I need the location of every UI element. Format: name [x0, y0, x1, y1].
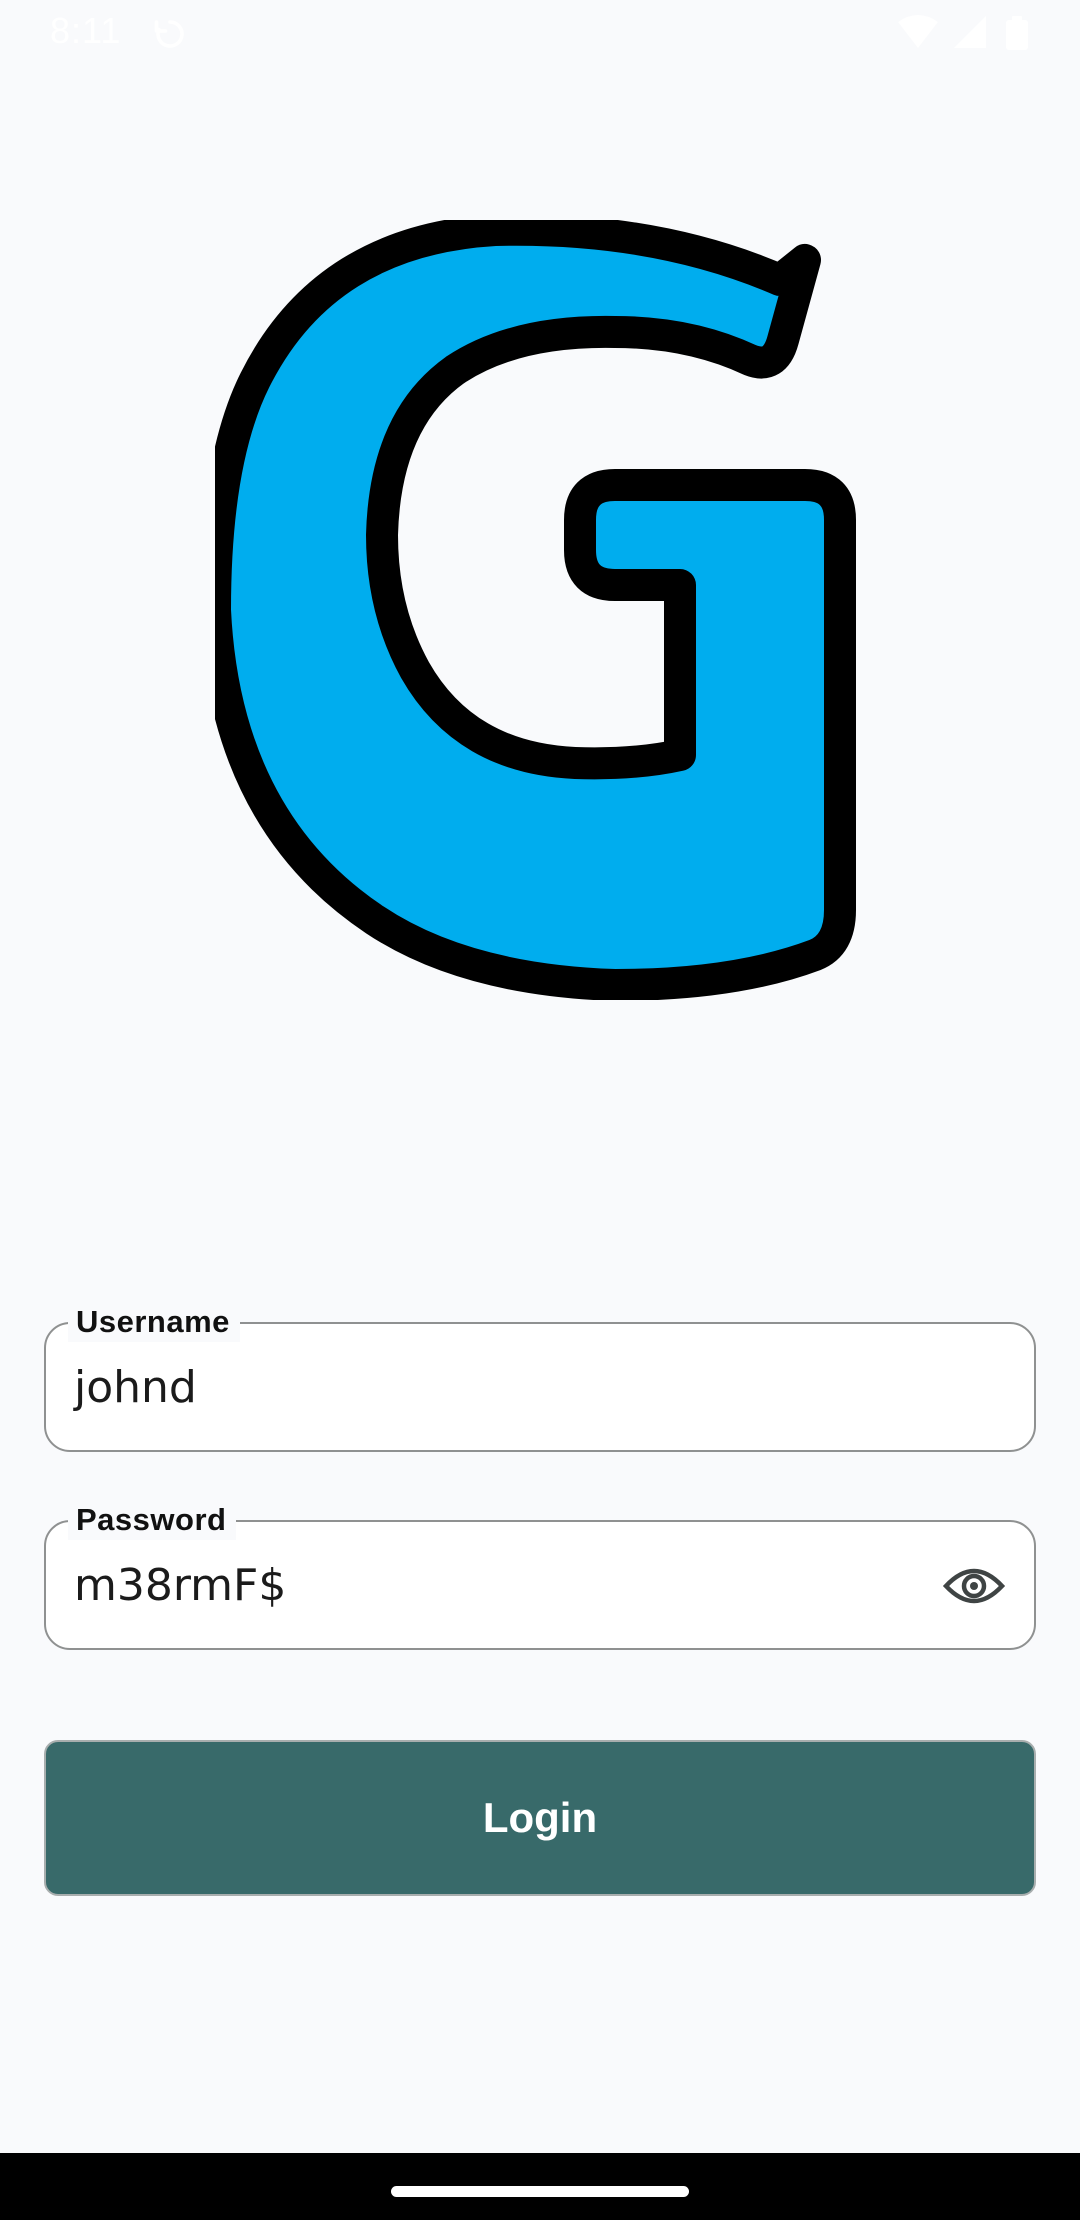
status-time: 8:11: [50, 10, 122, 51]
battery-icon: [1006, 16, 1028, 50]
status-bar: 8:11: [0, 0, 1080, 66]
password-field[interactable]: Password m38rmF$: [44, 1500, 1036, 1650]
username-field[interactable]: Username johnd: [44, 1302, 1036, 1452]
home-gesture-handle[interactable]: [391, 2186, 689, 2197]
wifi-icon: [898, 15, 938, 48]
password-label: Password: [68, 1500, 237, 1540]
login-button[interactable]: Login: [44, 1740, 1036, 1896]
username-input[interactable]: johnd: [74, 1362, 197, 1414]
login-button-label: Login: [482, 1794, 598, 1841]
status-icons: [896, 14, 1046, 54]
navigation-bar: [0, 2153, 1080, 2220]
app-logo: [215, 220, 856, 1000]
sync-icon: [154, 20, 184, 48]
toggle-password-visibility-button[interactable]: [942, 1558, 1006, 1614]
username-label: Username: [68, 1302, 240, 1342]
password-input[interactable]: m38rmF$: [74, 1560, 286, 1612]
cell-signal-icon: [954, 16, 986, 48]
eye-icon: [943, 1568, 1005, 1604]
